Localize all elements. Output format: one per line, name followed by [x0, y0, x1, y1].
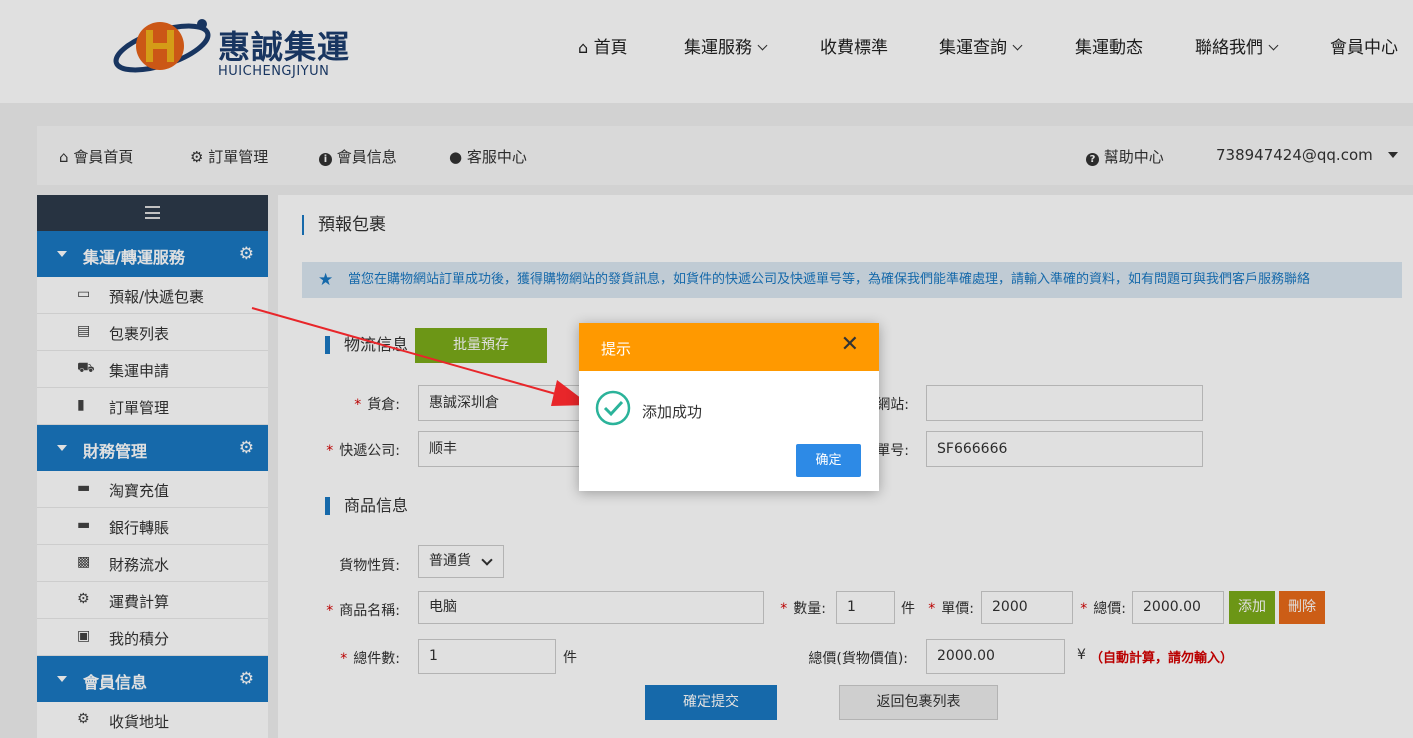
dialog-header: 提示 ✕ — [579, 323, 879, 371]
ok-button[interactable]: 确定 — [796, 444, 861, 477]
dialog-message: 添加成功 — [642, 403, 703, 421]
alert-dialog: 提示 ✕ 添加成功 确定 — [579, 323, 879, 491]
close-icon[interactable]: ✕ — [841, 334, 859, 356]
dialog-title: 提示 — [601, 340, 632, 358]
success-check-icon — [595, 390, 631, 426]
